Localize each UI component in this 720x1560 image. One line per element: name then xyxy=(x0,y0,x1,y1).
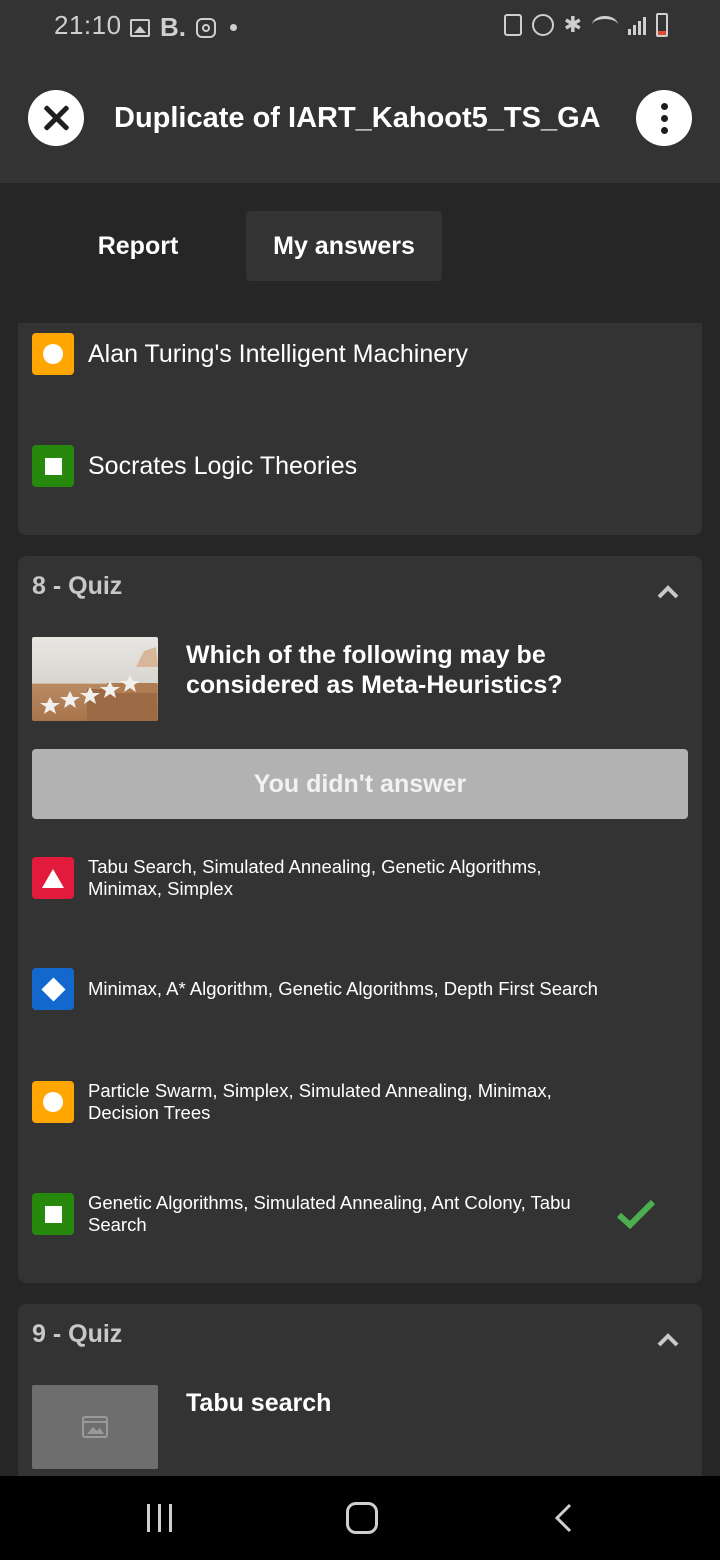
signal-icon xyxy=(628,15,646,35)
notification-icons: B. xyxy=(130,12,237,43)
app-header: Duplicate of IART_Kahoot5_TS_GA xyxy=(0,56,720,183)
instagram-icon xyxy=(196,17,216,38)
collapse-chevron-icon[interactable] xyxy=(656,1328,680,1352)
answer-option: Tabu Search, Simulated Annealing, Geneti… xyxy=(32,856,688,900)
back-icon[interactable] xyxy=(552,1502,576,1534)
recents-icon[interactable] xyxy=(147,1504,172,1532)
vpn-icon xyxy=(503,14,522,36)
answer-option: Particle Swarm, Simplex, Simulated Annea… xyxy=(32,1080,688,1124)
status-bar: 21:10 B. ✱ xyxy=(0,0,720,56)
wifi-icon xyxy=(592,16,618,34)
close-button[interactable] xyxy=(28,90,84,146)
status-time: 21:10 xyxy=(54,10,122,40)
correct-check-icon xyxy=(616,1199,656,1230)
diamond-shape-icon xyxy=(32,968,74,1010)
answer-text: Tabu Search, Simulated Annealing, Geneti… xyxy=(88,856,542,899)
square-shape-icon xyxy=(32,445,74,487)
bluetooth-icon: ✱ xyxy=(563,12,582,37)
answer-text: Socrates Logic Theories xyxy=(88,451,358,480)
question-text: Which of the following may be considered… xyxy=(186,641,563,699)
answer-option: Alan Turing's Intelligent Machinery xyxy=(32,333,688,375)
page-title: Duplicate of IART_Kahoot5_TS_GA xyxy=(114,102,601,134)
system-icons: ✱ xyxy=(503,12,668,38)
home-icon[interactable] xyxy=(346,1502,378,1534)
answer-option: Socrates Logic Theories xyxy=(32,445,688,487)
battery-icon xyxy=(656,13,668,37)
circle-shape-icon xyxy=(32,333,74,375)
gallery-icon xyxy=(130,18,150,37)
question-number-label: 8 - Quiz xyxy=(32,572,123,600)
question-image xyxy=(32,637,158,721)
alarm-icon xyxy=(531,14,554,36)
answer-text: Particle Swarm, Simplex, Simulated Annea… xyxy=(88,1080,552,1123)
more-options-button[interactable] xyxy=(636,90,692,146)
image-placeholder-icon xyxy=(82,1416,108,1438)
question-number-label: 9 - Quiz xyxy=(32,1320,123,1348)
more-vertical-icon-dot xyxy=(660,126,668,134)
tab-report[interactable]: Report xyxy=(70,211,206,281)
answer-text: Genetic Algorithms, Simulated Annealing,… xyxy=(88,1192,571,1235)
more-vertical-icon-dot xyxy=(660,114,668,122)
tab-bar: Report My answers xyxy=(0,183,720,323)
answer-text: Minimax, A* Algorithm, Genetic Algorithm… xyxy=(88,978,598,999)
question-image-placeholder xyxy=(32,1385,158,1469)
system-nav-bar xyxy=(0,1476,720,1560)
answer-status-banner: You didn't answer xyxy=(32,749,688,819)
answer-option: Minimax, A* Algorithm, Genetic Algorithm… xyxy=(32,968,688,1010)
question-card-8: 8 - Quiz Which of the following may be c… xyxy=(18,556,702,1283)
close-icon xyxy=(42,104,70,132)
square-shape-icon xyxy=(32,1193,74,1235)
b-app-icon: B. xyxy=(160,12,186,42)
more-notifications-icon xyxy=(230,24,237,31)
triangle-shape-icon xyxy=(32,857,74,899)
answer-text: Alan Turing's Intelligent Machinery xyxy=(88,339,468,368)
more-vertical-icon xyxy=(660,102,668,110)
stars-photo-icon xyxy=(40,647,158,721)
collapse-chevron-icon[interactable] xyxy=(656,580,680,604)
answer-option-correct: Genetic Algorithms, Simulated Annealing,… xyxy=(32,1192,688,1236)
question-text: Tabu search xyxy=(186,1389,332,1417)
circle-shape-icon xyxy=(32,1081,74,1123)
tab-my-answers[interactable]: My answers xyxy=(246,211,442,281)
question-card-9: 9 - Quiz Tabu search xyxy=(18,1304,702,1504)
question-card-previous: Alan Turing's Intelligent Machinery Socr… xyxy=(18,323,702,535)
